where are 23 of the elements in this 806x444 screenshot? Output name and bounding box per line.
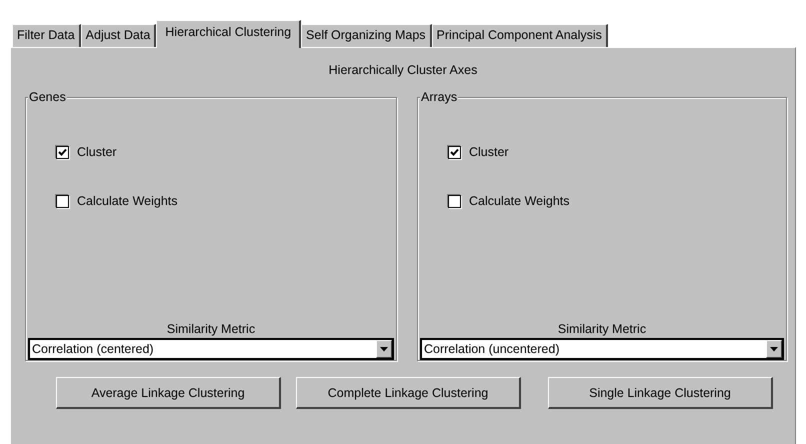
tab[interactable]: Self Organizing Maps [301, 24, 432, 47]
checkbox-label[interactable]: Calculate Weights [77, 194, 178, 208]
section-heading: Hierarchically Cluster Axes [328, 63, 478, 79]
field-label: Similarity Metric [556, 322, 648, 338]
checkbox[interactable] [56, 194, 69, 208]
tab[interactable]: Adjust Data [80, 24, 156, 47]
group-title: Genes [28, 90, 67, 104]
checkbox[interactable] [56, 146, 69, 158]
checkbox[interactable] [448, 146, 461, 158]
tab[interactable]: Hierarchical Clustering [156, 20, 302, 48]
dropdown[interactable]: Correlation (uncentered) [420, 338, 784, 360]
checkbox-label[interactable]: Cluster [469, 145, 509, 159]
action-button[interactable]: Single Linkage Clustering [548, 377, 773, 409]
action-button[interactable]: Average Linkage Clustering [56, 377, 281, 409]
checkbox-label[interactable]: Calculate Weights [469, 194, 570, 208]
dropdown[interactable]: Correlation (centered) [28, 338, 394, 360]
checkbox-label[interactable]: Cluster [77, 145, 117, 159]
action-button[interactable]: Complete Linkage Clustering [296, 377, 521, 409]
field-label: Similarity Metric [166, 322, 256, 338]
group-title: Arrays [420, 90, 458, 104]
tab[interactable]: Filter Data [12, 24, 81, 47]
checkbox[interactable] [448, 194, 461, 208]
tab[interactable]: Principal Component Analysis [432, 24, 608, 47]
